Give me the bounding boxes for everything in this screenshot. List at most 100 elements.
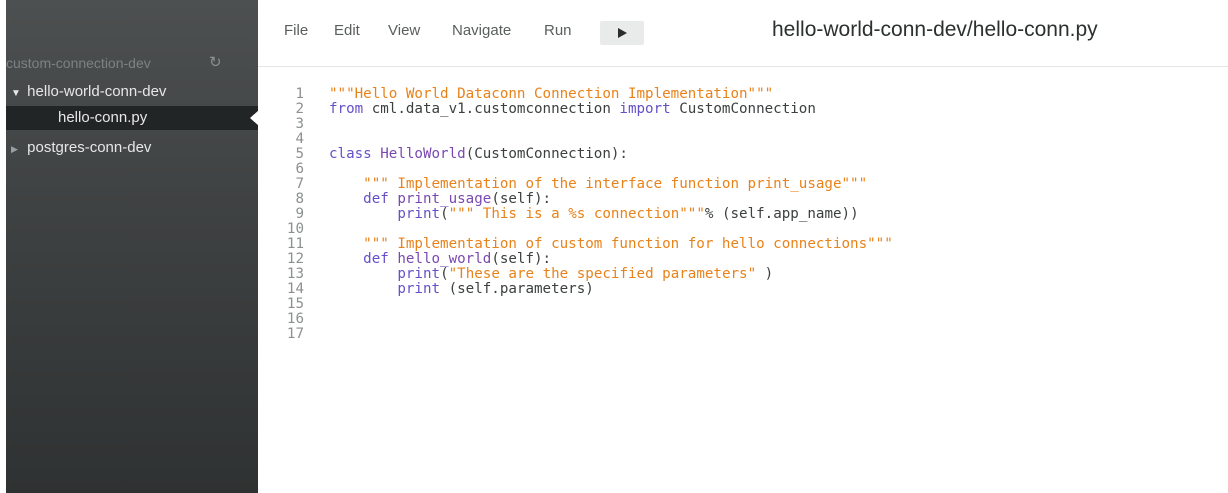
code-token: % (self.app_name)) [704, 206, 859, 222]
line-content: print("These are the specified parameter… [329, 266, 773, 282]
line-number: 8 [295, 191, 304, 207]
line-content: print(""" This is a %s connection"""% (s… [329, 206, 859, 222]
code-token: cml.data_v1.customconnection [363, 101, 620, 117]
line-content: def print_usage(self): [329, 191, 551, 207]
code-token: (self): [491, 191, 552, 207]
code-token: ) [756, 266, 774, 282]
code-token: """ Implementation of custom function fo… [363, 236, 893, 252]
line-number: 16 [286, 311, 304, 327]
line-number: 15 [286, 296, 304, 312]
line-number: 12 [286, 251, 304, 267]
code-line: 7 """ Implementation of the interface fu… [258, 177, 893, 192]
code-line: 8 def print_usage(self): [258, 192, 893, 207]
refresh-icon[interactable]: ↻ [209, 52, 222, 74]
code-line: 3 [258, 117, 893, 132]
code-token: print [397, 281, 441, 297]
line-number: 5 [295, 146, 304, 162]
code-token: """ Implementation of the interface func… [363, 176, 868, 192]
file-tree: ▼ hello-world-conn-dev hello-conn.py ▶ p… [6, 80, 259, 160]
tree-folder-label: postgres-conn-dev [27, 139, 152, 156]
code-line: 12 def hello_world(self): [258, 252, 893, 267]
code-token: import [619, 101, 671, 117]
line-content: """Hello World Dataconn Connection Imple… [329, 86, 773, 102]
menu-run[interactable]: Run [544, 22, 572, 39]
play-icon [618, 28, 627, 38]
caret-down-icon[interactable]: ▼ [11, 82, 23, 106]
code-lines: 1 """Hello World Dataconn Connection Impl… [258, 87, 893, 342]
line-content: def hello_world(self): [329, 251, 551, 267]
line-number: 3 [295, 116, 304, 132]
line-number: 4 [295, 131, 304, 147]
code-token: def [363, 191, 389, 207]
line-number: 6 [295, 161, 304, 177]
line-number: 14 [286, 281, 304, 297]
code-token: """ This is a %s connection""" [448, 206, 705, 222]
line-content: """ Implementation of the interface func… [329, 176, 867, 192]
run-button[interactable] [600, 21, 644, 45]
code-token: print [397, 266, 441, 282]
tree-file-label: hello-conn.py [58, 109, 148, 126]
code-line: 1 """Hello World Dataconn Connection Impl… [258, 87, 893, 102]
code-token: def [363, 251, 389, 267]
line-content: print (self.parameters) [329, 281, 594, 297]
line-number: 2 [295, 101, 304, 117]
code-token: CustomConnection [670, 101, 816, 117]
code-line: 16 [258, 312, 893, 327]
code-line: 2 from cml.data_v1.customconnection impor… [258, 102, 893, 117]
line-number: 11 [286, 236, 304, 252]
code-line: 10 [258, 222, 893, 237]
file-tree-sidebar: custom-connection-dev ↻ ▼ hello-world-co… [6, 0, 259, 493]
line-number: 17 [286, 326, 304, 342]
file-path-title: hello-world-conn-dev/hello-conn.py [772, 18, 1098, 41]
tree-file-hello-conn-py[interactable]: hello-conn.py [6, 106, 259, 130]
code-line: 11 """ Implementation of custom function… [258, 237, 893, 252]
line-content: from cml.data_v1.customconnection import… [329, 101, 816, 117]
code-token: ( [440, 266, 449, 282]
code-line: 15 [258, 297, 893, 312]
line-content: """ Implementation of custom function fo… [329, 236, 893, 252]
code-token: class [329, 146, 372, 162]
line-number: 10 [286, 221, 304, 237]
menu-edit[interactable]: Edit [334, 22, 360, 39]
code-token: ( [440, 206, 449, 222]
app-window: custom-connection-dev ↻ ▼ hello-world-co… [0, 0, 1228, 493]
code-token: (self): [491, 251, 552, 267]
code-token: (self.parameters) [440, 281, 594, 297]
tree-folder-label: hello-world-conn-dev [27, 83, 167, 100]
code-line: 5 class HelloWorld(CustomConnection): [258, 147, 893, 162]
line-number: 7 [295, 176, 304, 192]
tree-folder-postgres-conn-dev[interactable]: ▶ postgres-conn-dev [6, 136, 258, 160]
code-line: 6 [258, 162, 893, 177]
menu-file[interactable]: File [284, 22, 308, 39]
caret-right-icon[interactable]: ▶ [11, 137, 23, 161]
code-token: "These are the specified parameters" [448, 266, 757, 282]
code-editor[interactable]: 1 """Hello World Dataconn Connection Impl… [258, 67, 1228, 493]
menu-view[interactable]: View [388, 22, 420, 39]
line-number: 13 [286, 266, 304, 282]
code-token: from [329, 101, 364, 117]
project-name: custom-connection-dev [6, 55, 151, 71]
project-header: custom-connection-dev ↻ [6, 52, 258, 74]
tree-folder-hello-world-conn-dev[interactable]: ▼ hello-world-conn-dev [6, 80, 258, 104]
code-token: """Hello World Dataconn Connection Imple… [329, 86, 774, 102]
code-token: print [397, 206, 441, 222]
menu-navigate[interactable]: Navigate [452, 22, 511, 39]
line-number: 1 [295, 86, 304, 102]
code-line: 17 [258, 327, 893, 342]
code-token: (CustomConnection): [465, 146, 628, 162]
menubar: File Edit View Navigate Run hello-world-… [258, 0, 1228, 67]
code-line: 4 [258, 132, 893, 147]
code-token: hello_world [397, 251, 492, 267]
code-line: 9 print(""" This is a %s connection"""% … [258, 207, 893, 222]
code-line: 14 print (self.parameters) [258, 282, 893, 297]
line-number: 9 [295, 206, 304, 222]
code-line: 13 print("These are the specified parame… [258, 267, 893, 282]
